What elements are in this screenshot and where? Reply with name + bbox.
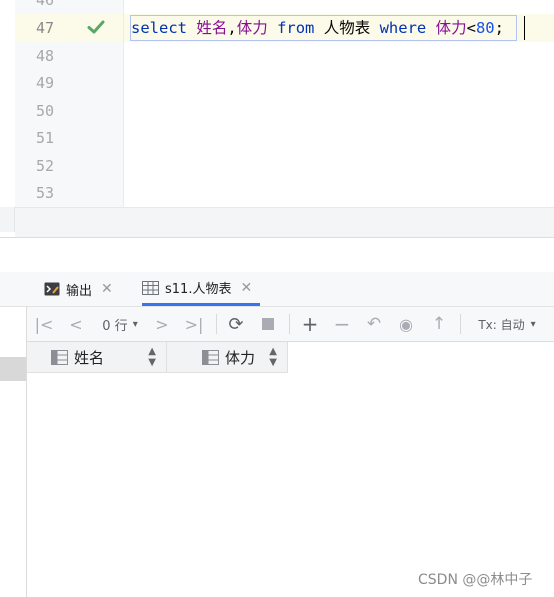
code-token: , xyxy=(227,19,237,37)
line-number: 51 xyxy=(36,129,55,147)
line-number: 47 xyxy=(36,19,55,37)
row-count-label: 0 行 xyxy=(102,318,128,334)
tab-output-label: 输出 xyxy=(66,283,93,299)
sort-icon[interactable]: ▲ ▼ xyxy=(148,346,156,368)
results-grid[interactable] xyxy=(27,342,554,597)
line-number: 52 xyxy=(36,157,55,175)
success-check-icon xyxy=(87,20,105,34)
delete-row-icon[interactable]: − xyxy=(331,307,353,341)
last-page-icon[interactable]: >| xyxy=(183,307,205,341)
column-header-label: 体力 xyxy=(225,348,256,367)
code-token: select xyxy=(131,19,187,37)
table-icon xyxy=(142,280,159,295)
code-token: where xyxy=(379,19,427,37)
code-token: 体力 xyxy=(236,19,268,37)
code-token: 人物表 xyxy=(323,19,371,37)
line-number: 48 xyxy=(36,47,55,65)
watermark: CSDN @@林中子 xyxy=(418,572,533,588)
submit-up-arrow-icon[interactable]: ↑ xyxy=(428,307,450,341)
close-icon[interactable]: ✕ xyxy=(240,280,252,296)
preview-changes-icon[interactable]: ◉ xyxy=(395,307,417,341)
column-header-label: 姓名 xyxy=(74,348,105,367)
line-number: 49 xyxy=(36,74,55,92)
sql-editor[interactable]: 46 47 48 49 50 51 52 53 select 姓名,体力 fro… xyxy=(0,0,554,207)
line-number: 50 xyxy=(36,102,55,120)
next-page-icon[interactable]: > xyxy=(151,307,173,341)
chevron-down-icon: ▾ xyxy=(132,318,138,330)
previous-page-icon[interactable]: < xyxy=(65,307,87,341)
column-icon xyxy=(202,349,219,365)
revert-icon[interactable]: ↶ xyxy=(363,307,385,341)
row-count-dropdown[interactable]: 0 行 ▾ xyxy=(97,307,143,341)
chevron-down-icon: ▾ xyxy=(530,318,536,330)
add-row-icon[interactable]: + xyxy=(299,307,321,341)
transaction-mode-label: Tx: 自动 xyxy=(478,317,525,332)
toolbar-separator xyxy=(289,314,290,334)
sql-statement[interactable]: select 姓名,体力 from 人物表 where 体力<80; xyxy=(131,14,504,42)
toolbar-separator xyxy=(216,314,217,334)
sort-icon[interactable]: ▲ ▼ xyxy=(269,346,277,368)
stop-icon[interactable] xyxy=(257,307,279,341)
refresh-icon[interactable]: ⟳ xyxy=(225,307,247,341)
code-token: 80 xyxy=(475,19,495,37)
results-toolbar: |< < 0 行 ▾ > >| ⟳ + − ↶ ◉ ↑ Tx: 自动 ▾ xyxy=(27,307,554,342)
row-selection-indicator xyxy=(0,357,26,381)
editor-horizontal-scrollbar[interactable] xyxy=(15,207,554,238)
tab-output[interactable]: 输出 ✕ xyxy=(44,272,113,306)
code-token: 姓名 xyxy=(196,19,228,37)
column-header-stamina[interactable]: 体力 ▲ ▼ xyxy=(167,342,288,373)
tab-table-label: s11.人物表 xyxy=(165,282,232,297)
results-tab-bar: 输出 ✕ s11.人物表 ✕ xyxy=(0,272,554,307)
splitter-area xyxy=(0,238,554,272)
code-token: ; xyxy=(494,19,504,37)
tab-table-result[interactable]: s11.人物表 ✕ xyxy=(142,272,261,306)
line-number: 46 xyxy=(36,0,55,9)
first-page-icon[interactable]: |< xyxy=(33,307,55,341)
code-token: 体力 xyxy=(435,19,467,37)
toolbar-separator xyxy=(460,314,461,334)
results-left-gutter xyxy=(0,307,27,597)
code-token: from xyxy=(277,19,315,37)
line-number: 53 xyxy=(36,184,55,202)
close-icon[interactable]: ✕ xyxy=(101,281,113,297)
transaction-mode-dropdown[interactable]: Tx: 自动 ▾ xyxy=(471,307,543,341)
column-icon xyxy=(51,349,68,365)
code-token: < xyxy=(466,19,476,37)
column-header-name[interactable]: 姓名 ▲ ▼ xyxy=(27,342,167,373)
text-caret xyxy=(524,16,525,40)
console-icon xyxy=(44,282,60,296)
